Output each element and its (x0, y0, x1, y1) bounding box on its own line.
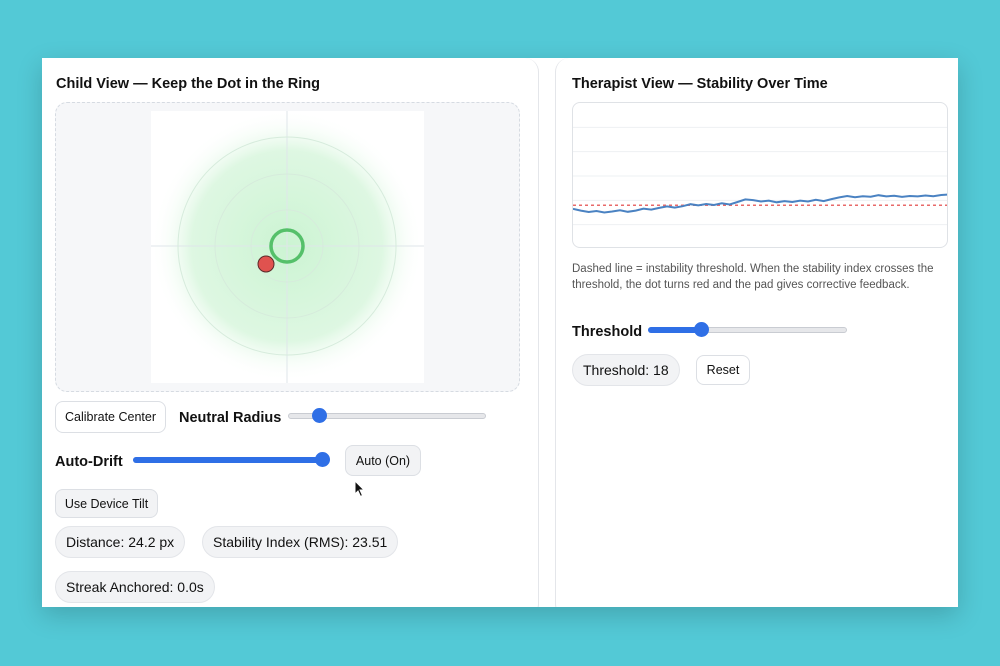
use-device-tilt-button[interactable]: Use Device Tilt (55, 489, 158, 518)
therapist-view-title: Therapist View — Stability Over Time (572, 76, 828, 92)
play-area (55, 102, 520, 392)
child-view-panel: Child View — Keep the Dot in the Ring Ca… (42, 58, 539, 607)
threshold-slider[interactable] (648, 322, 847, 338)
auto-drift-thumb[interactable] (315, 452, 330, 467)
tilt-pad-svg (151, 110, 424, 383)
stability-chart (572, 102, 948, 248)
neutral-radius-slider[interactable] (288, 408, 486, 424)
auto-drift-slider[interactable] (133, 452, 330, 468)
mouse-cursor-icon (354, 480, 366, 498)
app-window: Child View — Keep the Dot in the Ring Ca… (42, 58, 958, 607)
calibrate-center-button[interactable]: Calibrate Center (55, 401, 166, 433)
chart-description: Dashed line = instability threshold. Whe… (572, 263, 934, 291)
auto-drift-label: Auto-Drift (55, 454, 123, 470)
neutral-radius-label: Neutral Radius (179, 410, 282, 426)
threshold-readout: Threshold: 18 (572, 354, 680, 386)
stability-series-line (573, 193, 947, 214)
reset-button[interactable]: Reset (696, 355, 750, 385)
threshold-thumb[interactable] (694, 322, 709, 337)
auto-toggle-button[interactable]: Auto (On) (345, 445, 421, 476)
streak-readout: Streak Anchored: 0.0s (55, 571, 215, 603)
threshold-label: Threshold (572, 324, 643, 340)
tilt-pad-canvas[interactable] (151, 110, 424, 383)
child-view-title: Child View — Keep the Dot in the Ring (56, 76, 320, 92)
therapist-view-panel: Therapist View — Stability Over Time Das… (555, 58, 958, 607)
stability-chart-svg (573, 126, 947, 226)
tilt-dot[interactable] (257, 255, 275, 273)
neutral-radius-thumb[interactable] (311, 408, 327, 423)
auto-drift-fill (133, 457, 323, 463)
distance-readout: Distance: 24.2 px (55, 526, 186, 558)
stability-index-readout: Stability Index (RMS): 23.51 (202, 526, 399, 558)
